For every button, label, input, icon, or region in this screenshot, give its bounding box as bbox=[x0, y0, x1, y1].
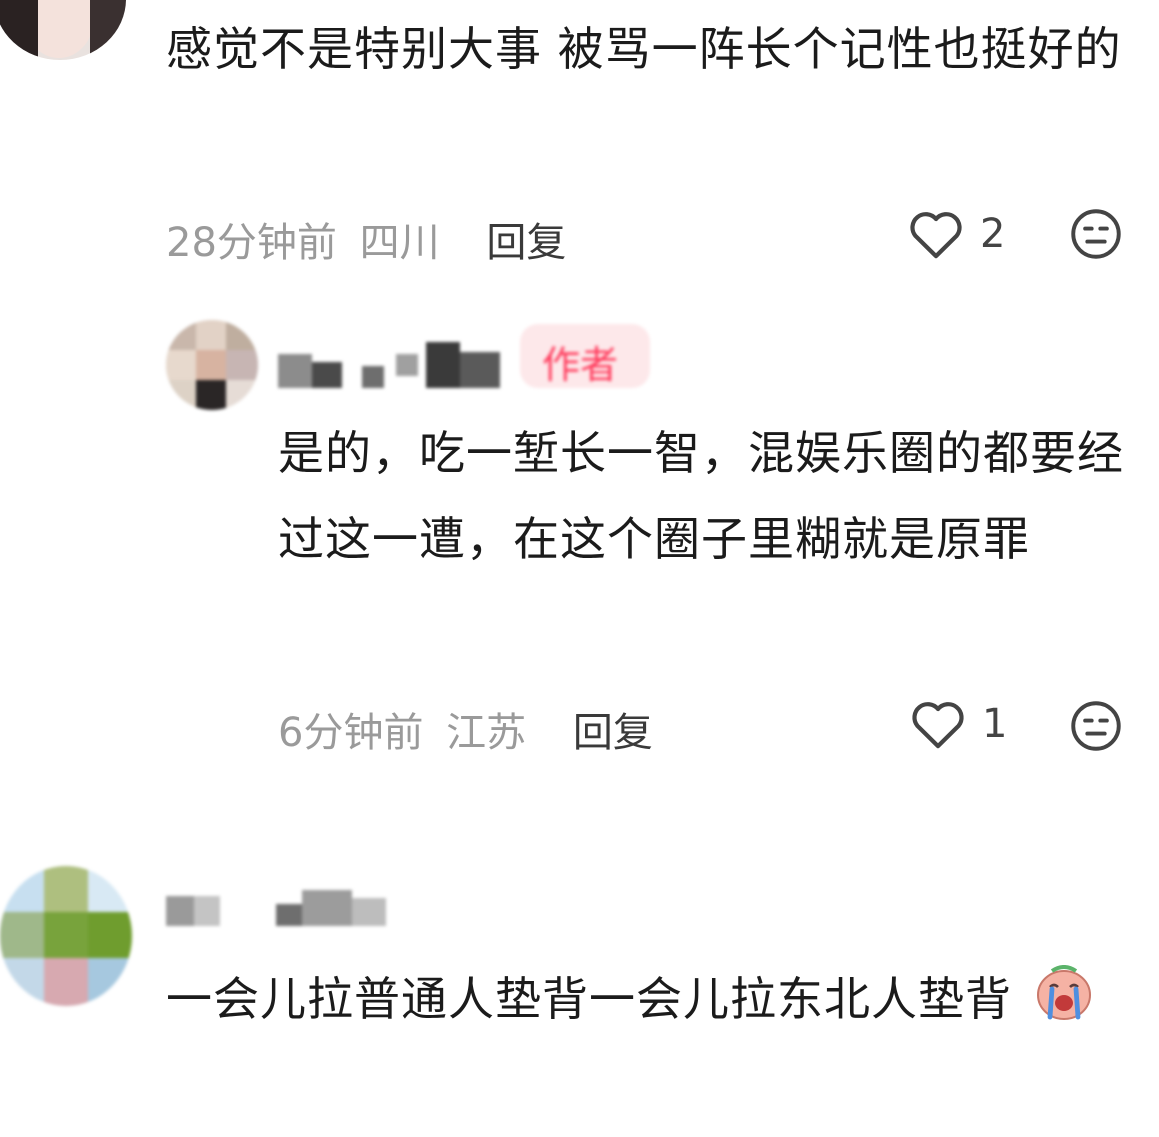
like-button[interactable]: 2 bbox=[908, 208, 1005, 260]
comment-text: 是的，吃一堑长一智，混娱乐圈的都要经过这一遭，在这个圈子里糊就是原罪 bbox=[278, 426, 1124, 566]
dislike-face-icon[interactable] bbox=[1070, 208, 1122, 260]
reply-button[interactable]: 回复 bbox=[486, 220, 566, 266]
comment-location: 江苏 bbox=[446, 710, 527, 756]
like-button[interactable]: 1 bbox=[910, 698, 1007, 750]
username-redacted[interactable] bbox=[166, 884, 396, 930]
comment-meta: 6分钟前 江苏 回复 bbox=[278, 700, 653, 758]
comment-text: 一会儿拉普通人垫背一会儿拉东北人垫背 bbox=[166, 956, 1146, 1042]
crying-face-icon bbox=[1036, 965, 1091, 1020]
heart-icon bbox=[912, 702, 964, 749]
heart-icon bbox=[910, 212, 962, 259]
avatar[interactable] bbox=[0, 866, 132, 1006]
dislike-face-icon[interactable] bbox=[1070, 700, 1122, 752]
like-count: 1 bbox=[982, 701, 1008, 747]
avatar[interactable] bbox=[166, 320, 258, 410]
comment-meta: 28分钟前 四川 回复 bbox=[166, 210, 566, 268]
username-redacted[interactable] bbox=[278, 342, 508, 388]
author-badge: 作者 bbox=[520, 324, 650, 388]
comment-time: 6分钟前 bbox=[278, 710, 424, 756]
reply-button[interactable]: 回复 bbox=[573, 710, 653, 756]
like-count: 2 bbox=[980, 211, 1006, 257]
comment-time: 28分钟前 bbox=[166, 220, 337, 266]
avatar[interactable] bbox=[0, 0, 126, 60]
comment-text: 感觉不是特别大事 被骂一阵长个记性也挺好的 bbox=[166, 22, 1122, 76]
comment-location: 四川 bbox=[359, 220, 440, 266]
